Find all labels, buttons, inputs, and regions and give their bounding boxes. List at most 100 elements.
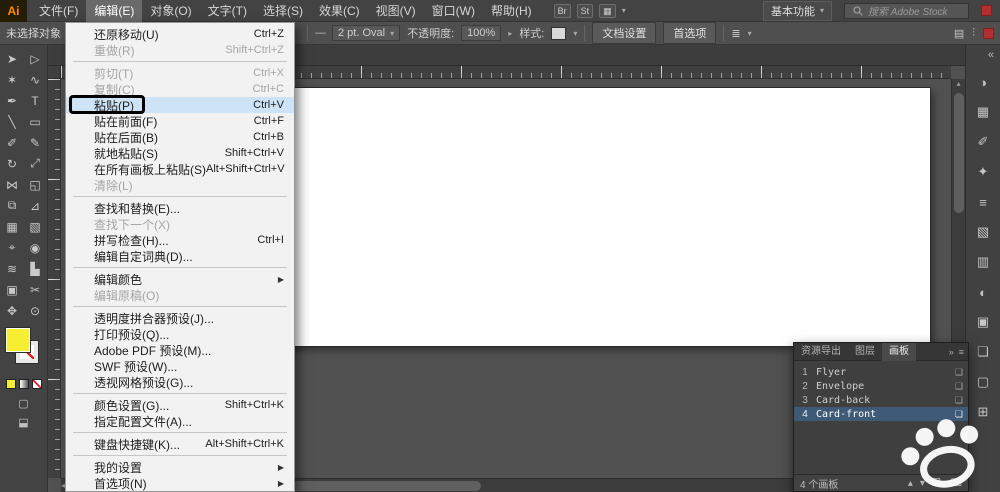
perspective-grid-tool[interactable]: ⊿ bbox=[24, 195, 47, 216]
menu-item-undo[interactable]: 还原移动(U) Ctrl+Z bbox=[66, 26, 294, 42]
swatches-panel-icon[interactable]: ▦ bbox=[971, 103, 995, 121]
artboard-name[interactable]: Card-back bbox=[816, 395, 870, 406]
menu-item-print-presets[interactable]: 打印预设(Q)... bbox=[66, 326, 294, 342]
symbol-sprayer-tool[interactable]: ≋ bbox=[1, 258, 24, 279]
layers-panel-icon[interactable]: ❏ bbox=[971, 343, 995, 361]
scroll-up-icon[interactable]: ▴ bbox=[956, 79, 960, 88]
fill-color-swatch[interactable] bbox=[6, 328, 30, 352]
menu-window[interactable]: 窗口(W) bbox=[424, 0, 483, 22]
menu-item-keyboard-shortcuts[interactable]: 键盘快捷键(K)... Alt+Shift+Ctrl+K bbox=[66, 436, 294, 452]
menu-select[interactable]: 选择(S) bbox=[255, 0, 311, 22]
artboard-row[interactable]: 1 Flyer ❏ bbox=[794, 365, 968, 379]
lasso-tool[interactable]: ∿ bbox=[24, 69, 47, 90]
menu-item-assign-profile[interactable]: 指定配置文件(A)... bbox=[66, 413, 294, 429]
vertical-scroll-thumb[interactable] bbox=[954, 93, 964, 213]
brushes-panel-icon[interactable]: ✐ bbox=[971, 133, 995, 151]
gradient-mode-icon[interactable] bbox=[19, 379, 29, 389]
menu-item-find-next[interactable]: 查找下一个(X) bbox=[66, 216, 294, 232]
gradient-panel-icon[interactable]: ▧ bbox=[971, 223, 995, 241]
menu-item-paste-in-back[interactable]: 贴在后面(B) Ctrl+B bbox=[66, 129, 294, 145]
artboard-canvas[interactable] bbox=[260, 88, 930, 346]
column-graph-tool[interactable]: ▙ bbox=[24, 258, 47, 279]
menu-view[interactable]: 视图(V) bbox=[368, 0, 424, 22]
chevron-down-icon[interactable]: ▾ bbox=[622, 6, 626, 15]
chevron-down-icon[interactable]: ▾ bbox=[748, 29, 752, 38]
dock-collapse-icon[interactable]: « bbox=[988, 49, 994, 61]
menu-edit[interactable]: 编辑(E) bbox=[86, 0, 142, 22]
workspace-switcher[interactable]: 基本功能 ▾ bbox=[763, 1, 832, 21]
menu-item-preferences[interactable]: 首选项(N) ▶ bbox=[66, 475, 294, 491]
free-transform-tool[interactable]: ◱ bbox=[24, 174, 47, 195]
paintbrush-tool[interactable]: ✐ bbox=[1, 132, 24, 153]
stroke-profile-select[interactable]: 2 pt. Oval ▾ bbox=[332, 25, 400, 41]
artboard-icon[interactable]: ❏ bbox=[955, 381, 963, 392]
document-setup-button[interactable]: 文档设置 bbox=[592, 22, 656, 44]
hand-tool[interactable]: ✥ bbox=[1, 300, 24, 321]
menu-item-paste-in-place[interactable]: 就地粘贴(S) Shift+Ctrl+V bbox=[66, 145, 294, 161]
artboard-name[interactable]: Envelope bbox=[816, 381, 864, 392]
menu-effect[interactable]: 效果(C) bbox=[311, 0, 368, 22]
shape-builder-tool[interactable]: ⧉ bbox=[1, 195, 24, 216]
menu-item-edit-custom-dictionary[interactable]: 编辑自定词典(D)... bbox=[66, 248, 294, 264]
screen-mode-icon[interactable]: ⬓ bbox=[18, 416, 28, 429]
artboard-row[interactable]: 2 Envelope ❏ bbox=[794, 379, 968, 393]
tab-artboards[interactable]: 画板 bbox=[882, 343, 916, 361]
line-segment-tool[interactable]: ╲ bbox=[1, 111, 24, 132]
menu-item-check-spelling[interactable]: 拼写检查(H)... Ctrl+I bbox=[66, 232, 294, 248]
color-panel-icon[interactable]: ◑ bbox=[971, 73, 995, 91]
vertical-ruler[interactable] bbox=[48, 79, 61, 478]
adobe-stock-search-input[interactable]: 搜索 Adobe Stock bbox=[844, 3, 969, 19]
stock-icon[interactable]: St bbox=[577, 4, 594, 18]
align-options-icon[interactable]: ≣ bbox=[731, 27, 740, 40]
ruler-corner[interactable] bbox=[48, 66, 61, 79]
rotate-tool[interactable]: ↻ bbox=[1, 153, 24, 174]
menu-item-edit-original[interactable]: 编辑原稿(O) bbox=[66, 287, 294, 303]
artboard-icon[interactable]: ❏ bbox=[955, 395, 963, 406]
stroke-panel-icon[interactable]: ≡ bbox=[971, 193, 995, 211]
menu-item-clear[interactable]: 清除(L) bbox=[66, 177, 294, 193]
appearance-panel-icon[interactable]: ◐ bbox=[971, 283, 995, 301]
menu-help[interactable]: 帮助(H) bbox=[483, 0, 540, 22]
opacity-stepper-icon[interactable]: ▸ bbox=[508, 29, 512, 38]
style-chevron-icon[interactable]: ▾ bbox=[573, 29, 577, 38]
tab-asset-export[interactable]: 资源导出 bbox=[794, 343, 848, 361]
transparency-panel-icon[interactable]: ▥ bbox=[971, 253, 995, 271]
arrange-documents-icon[interactable]: ▦ bbox=[599, 4, 616, 18]
pencil-tool[interactable]: ✎ bbox=[24, 132, 47, 153]
opacity-select[interactable]: 100% bbox=[461, 25, 501, 41]
artboard-icon[interactable]: ❏ bbox=[955, 367, 963, 378]
menu-item-my-settings[interactable]: 我的设置 ▶ bbox=[66, 459, 294, 475]
color-mode-icon[interactable] bbox=[6, 379, 16, 389]
artboard-name[interactable]: Card-front bbox=[816, 409, 876, 420]
menu-type[interactable]: 文字(T) bbox=[200, 0, 255, 22]
preferences-button[interactable]: 首选项 bbox=[663, 22, 716, 44]
bridge-icon[interactable]: Br bbox=[554, 4, 571, 18]
tab-layers[interactable]: 图层 bbox=[848, 343, 882, 361]
menu-item-perspective-grid-presets[interactable]: 透视网格预设(G)... bbox=[66, 374, 294, 390]
menu-item-edit-colors[interactable]: 编辑颜色 ▶ bbox=[66, 271, 294, 287]
menu-file[interactable]: 文件(F) bbox=[31, 0, 86, 22]
artboard-row[interactable]: 3 Card-back ❏ bbox=[794, 393, 968, 407]
slice-tool[interactable]: ✂ bbox=[24, 279, 47, 300]
style-swatch[interactable] bbox=[551, 27, 566, 40]
eyedropper-tool[interactable]: ⌖ bbox=[1, 237, 24, 258]
menu-item-copy[interactable]: 复制(C) Ctrl+C bbox=[66, 81, 294, 97]
menu-item-paste-on-all-artboards[interactable]: 在所有画板上粘贴(S) Alt+Shift+Ctrl+V bbox=[66, 161, 294, 177]
magic-wand-tool[interactable]: ✶ bbox=[1, 69, 24, 90]
menu-item-color-settings[interactable]: 颜色设置(G)... Shift+Ctrl+K bbox=[66, 397, 294, 413]
grid-view-icon[interactable]: ▤ bbox=[954, 27, 964, 40]
menu-item-find-and-replace[interactable]: 查找和替换(E)... bbox=[66, 200, 294, 216]
type-tool[interactable]: T bbox=[24, 90, 47, 111]
artboard-name[interactable]: Flyer bbox=[816, 367, 846, 378]
pen-tool[interactable]: ✒ bbox=[1, 90, 24, 111]
gradient-tool[interactable]: ▧ bbox=[24, 216, 47, 237]
panel-collapse-icon[interactable]: » bbox=[949, 347, 954, 357]
menu-item-redo[interactable]: 重做(R) Shift+Ctrl+Z bbox=[66, 42, 294, 58]
menu-item-swf-presets[interactable]: SWF 预设(W)... bbox=[66, 358, 294, 374]
selection-tool[interactable]: ➤ bbox=[1, 48, 24, 69]
artboard-tool[interactable]: ▣ bbox=[1, 279, 24, 300]
rectangle-tool[interactable]: ▭ bbox=[24, 111, 47, 132]
menu-item-paste[interactable]: 粘贴(P) Ctrl+V bbox=[66, 97, 294, 113]
menu-item-paste-in-front[interactable]: 贴在前面(F) Ctrl+F bbox=[66, 113, 294, 129]
menu-object[interactable]: 对象(O) bbox=[142, 0, 199, 22]
